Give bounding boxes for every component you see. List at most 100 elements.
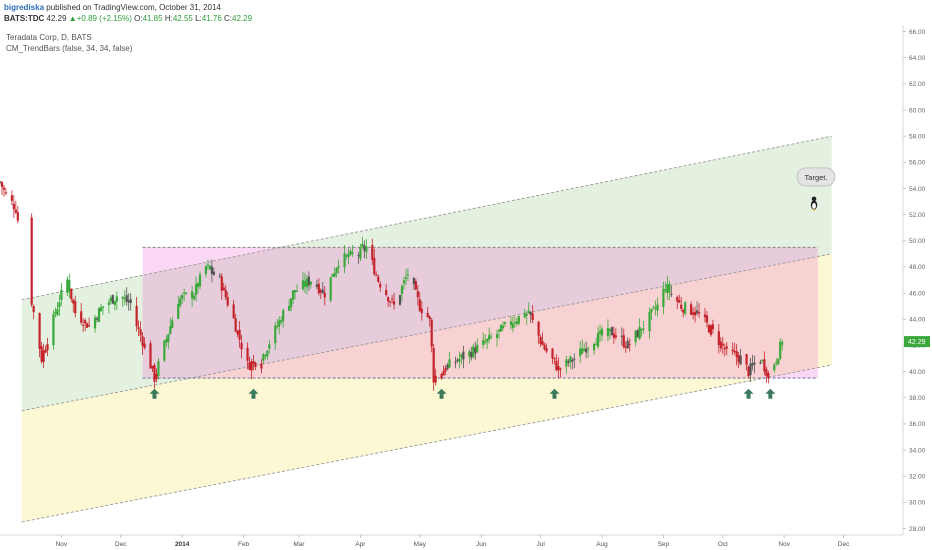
candle-body [695,310,699,314]
y-tick-label: 36.00 [909,421,926,428]
candle-body [276,326,279,328]
candle-body [517,315,520,324]
y-tick-label: 66.00 [909,29,926,36]
candle-body [38,313,41,349]
candle-body [642,328,645,330]
candle-body [594,343,598,345]
candle-body [373,257,376,275]
candle-body [515,321,518,324]
y-tick-label: 52.00 [909,212,926,219]
candle-body [177,304,180,319]
candle-body [295,290,299,292]
candle-body [46,344,49,351]
candle-body [529,311,532,315]
candle-body [476,344,479,352]
candle-body [317,283,320,294]
candle-body [274,325,277,344]
candle-body [682,309,685,313]
candle-body [638,326,641,339]
candle-body [501,325,505,329]
candle-body [16,212,19,221]
candle-body [289,298,293,308]
candle-body [288,305,291,311]
up-arrow-icon [743,388,754,399]
candle-body [42,350,45,363]
candle-body [398,295,402,305]
candle-body [484,341,487,343]
candle-body [753,362,756,365]
candle-body [278,320,281,327]
x-tick-label: Mar [293,541,305,548]
x-tick-label: May [414,541,427,548]
candle-body [765,369,768,376]
y-tick-label: 64.00 [909,55,926,62]
candle-body [139,329,142,336]
candle-body [573,358,576,360]
candle-body [640,328,643,331]
candle-body [497,329,501,332]
candle-body [608,328,612,332]
candle-body [58,302,61,308]
candle-body [626,340,629,349]
candle-body [238,329,241,340]
candle-body [82,324,85,326]
candle-body [751,363,754,366]
candle-body [70,288,73,300]
candle-body [206,264,210,266]
candle-body [668,283,671,293]
candle-body [12,203,15,210]
candle-body [737,355,740,363]
candle-body [551,348,554,359]
candle-body [32,306,35,313]
candle-body [198,274,202,287]
legend-indicator: CM_TrendBars (false, 34, 34, false) [6,44,133,53]
candle-body [392,301,396,305]
candle-body [210,266,213,274]
candle-body [232,304,235,319]
candle-body [486,339,489,342]
candle-body [86,323,89,328]
candle-body [143,343,146,349]
candle-body [305,278,309,288]
candle-body [125,295,128,302]
candle-body [385,289,388,295]
candle-body [571,359,574,362]
candle-body [113,300,116,305]
up-arrow-icon [765,388,776,399]
candle-body [135,305,138,327]
candle-body [66,279,69,293]
candle-body [666,284,669,293]
candle-body [474,347,477,354]
y-tick-label: 62.00 [909,81,926,88]
candle-body [60,289,63,300]
candle-body [777,358,780,365]
candle-body [460,354,463,358]
candle-body [620,335,623,337]
x-tick-label: Nov [778,541,790,548]
x-tick-label: Feb [238,541,250,548]
y-tick-label: 56.00 [909,160,926,167]
candle-body [527,310,530,313]
last-price-badge: 42.29 [904,336,930,348]
candle-body [690,304,693,315]
candle-body [745,354,748,365]
candle-body [236,330,239,335]
candle-body [52,313,55,346]
candle-body [442,371,445,376]
candle-body [153,365,156,382]
candle-body [697,312,701,314]
candle-body [541,341,544,346]
candle-body [319,290,322,293]
candle-body [111,295,114,304]
candle-body [361,243,364,247]
candle-body [733,350,736,353]
price-chart[interactable]: Target. 28.00 30.00 32.00 34.00 36.00 38.00 40… [0,0,932,550]
x-tick-label: Sep [658,541,670,548]
target-label: Target. [805,173,828,182]
candle-body [179,298,182,306]
x-tick-label: 2014 [175,541,190,548]
candle-body [402,280,406,284]
candle-body [600,328,604,336]
candle-body [622,335,625,347]
candle-body [454,361,457,363]
